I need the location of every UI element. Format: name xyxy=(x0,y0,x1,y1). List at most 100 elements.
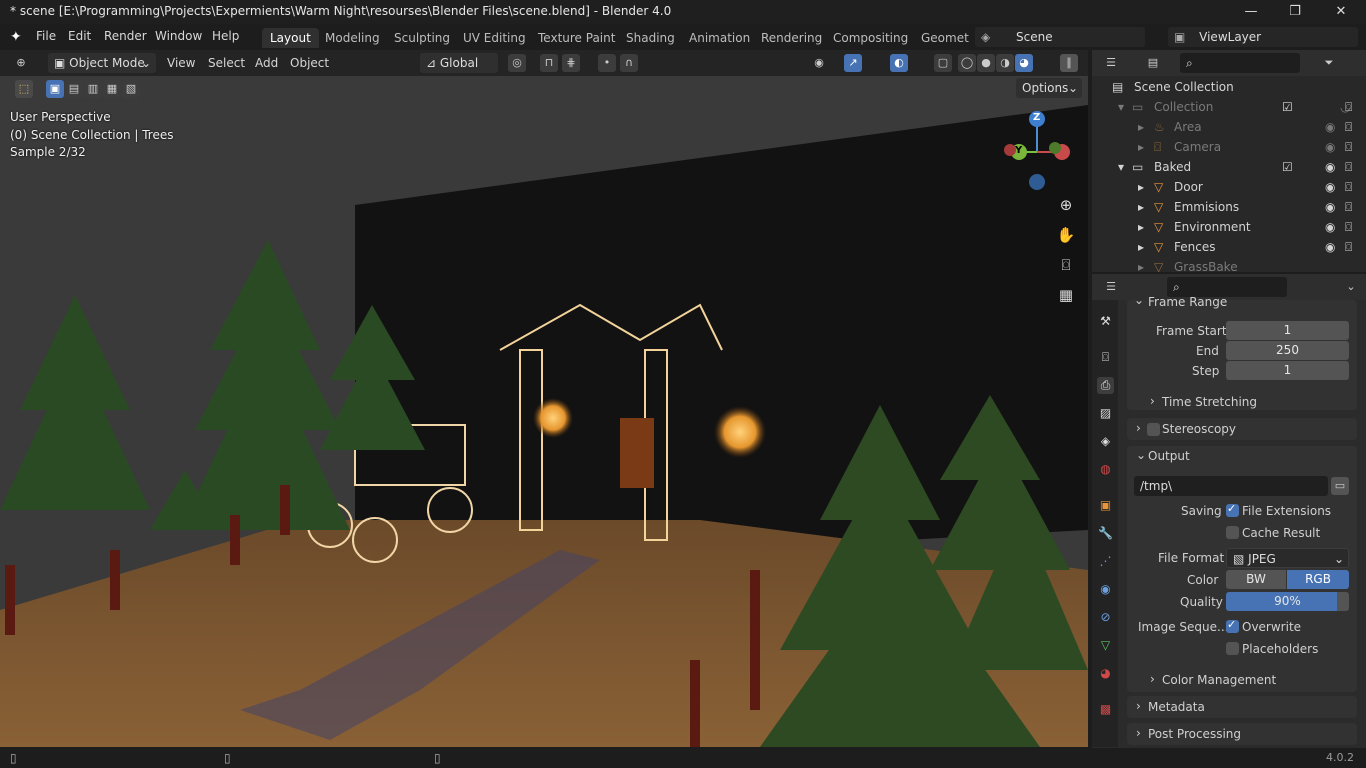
disclosure-down-icon[interactable]: ⌄ xyxy=(1136,448,1146,462)
render-tab-icon[interactable]: ⌼ xyxy=(1097,349,1114,366)
time-stretching-subpanel[interactable]: Time Stretching xyxy=(1162,395,1257,409)
menu-edit[interactable]: Edit xyxy=(68,29,91,43)
output-header[interactable]: Output xyxy=(1148,449,1190,463)
texture-tab-icon[interactable]: ▩ xyxy=(1097,701,1114,718)
output-tab-icon[interactable]: ⎙ xyxy=(1097,377,1114,394)
disclosure-right-icon[interactable]: › xyxy=(1150,394,1155,408)
menu-file[interactable]: File xyxy=(36,29,56,43)
view-layer-tab-icon[interactable]: ▨ xyxy=(1097,405,1114,422)
tab-compositing[interactable]: Compositing xyxy=(825,28,916,48)
wireframe-shading-icon[interactable]: ◯ xyxy=(958,54,976,72)
disclosure-right-icon[interactable]: ▸ xyxy=(1138,220,1144,234)
eye-icon[interactable]: ◉ xyxy=(1325,220,1335,234)
disclosure-right-icon[interactable]: › xyxy=(1136,699,1141,713)
properties-search-input[interactable]: ⌕ xyxy=(1167,277,1287,297)
tab-texture-paint[interactable]: Texture Paint xyxy=(530,28,623,48)
tab-modeling[interactable]: Modeling xyxy=(317,28,388,48)
cache-result-checkbox[interactable] xyxy=(1226,526,1239,539)
frame-range-header[interactable]: Frame Range xyxy=(1148,295,1227,309)
snap-target-icon[interactable]: ⋕ xyxy=(562,54,580,72)
file-format-dropdown[interactable]: ▧ JPEG ⌄ xyxy=(1226,548,1349,568)
disclosure-right-icon[interactable]: ▸ xyxy=(1138,120,1144,134)
scene-selector[interactable]: ◈ Scene xyxy=(975,27,1145,47)
menu-window[interactable]: Window xyxy=(155,29,202,43)
camera-render-icon[interactable]: ⌼ xyxy=(1345,240,1352,255)
outliner-row[interactable]: ▸ ▽ GrassBake xyxy=(1092,257,1366,272)
outliner-search-input[interactable]: ⌕ xyxy=(1180,53,1300,73)
checkbox-icon[interactable]: ☑ xyxy=(1282,160,1293,174)
gizmo-toggle-icon[interactable]: ↗ xyxy=(844,54,862,72)
outliner-root[interactable]: ▤ Scene Collection xyxy=(1092,77,1366,97)
outliner-row[interactable]: ▾ ▭ Collection ☑ ◡ ⌼ xyxy=(1092,97,1366,117)
output-path-input[interactable]: /tmp\ xyxy=(1134,476,1328,496)
disclosure-down-icon[interactable]: ▾ xyxy=(1118,100,1124,114)
camera-view-icon[interactable]: ⌼ xyxy=(1055,254,1077,276)
disclosure-down-icon[interactable]: ▾ xyxy=(1118,160,1124,174)
camera-render-icon[interactable]: ⌼ xyxy=(1345,160,1352,175)
tab-uv-editing[interactable]: UV Editing xyxy=(455,28,534,48)
frame-start-field[interactable]: 1 xyxy=(1226,321,1349,340)
pause-render-icon[interactable]: ∥ xyxy=(1060,54,1078,72)
3d-viewport[interactable] xyxy=(0,50,1088,747)
overwrite-checkbox[interactable] xyxy=(1226,618,1239,633)
properties-editor-icon[interactable]: ☰ xyxy=(1102,278,1120,296)
menu-add[interactable]: Add xyxy=(250,54,283,73)
stereoscopy-checkbox[interactable] xyxy=(1147,423,1160,436)
visibility-icon[interactable]: ◉ xyxy=(810,54,828,72)
disclosure-down-icon[interactable]: ⌄ xyxy=(1134,293,1144,307)
data-tab-icon[interactable]: ▽ xyxy=(1097,637,1114,654)
material-shading-icon[interactable]: ◑ xyxy=(996,54,1014,72)
ortho-grid-icon[interactable]: ▦ xyxy=(1055,284,1077,306)
disclosure-right-icon[interactable]: › xyxy=(1136,726,1141,740)
select-new-icon[interactable]: ▣ xyxy=(46,80,64,98)
display-mode-icon[interactable]: ▤ xyxy=(1144,54,1162,72)
overlay-toggle-icon[interactable]: ◐ xyxy=(890,54,908,72)
pan-hand-icon[interactable]: ✋ xyxy=(1055,224,1077,246)
world-tab-icon[interactable]: ◍ xyxy=(1097,461,1114,478)
select-extend-icon[interactable]: ▤ xyxy=(65,80,83,98)
falloff-icon[interactable]: ∩ xyxy=(620,54,638,72)
filter-icon[interactable]: ⏷ xyxy=(1320,54,1338,72)
tab-layout[interactable]: Layout xyxy=(262,28,319,48)
object-tab-icon[interactable]: ▣ xyxy=(1097,497,1114,514)
outliner-row[interactable]: ▸ ♨ Area ◉ ⌼ xyxy=(1092,117,1366,137)
outliner-row[interactable]: ▸ ▽ Environment ◉ ⌼ xyxy=(1092,217,1366,237)
frame-end-field[interactable]: 250 xyxy=(1226,341,1349,360)
disclosure-right-icon[interactable]: ▸ xyxy=(1138,180,1144,194)
eye-icon[interactable]: ◉ xyxy=(1325,200,1335,214)
close-button[interactable]: ✕ xyxy=(1326,2,1356,22)
menu-help[interactable]: Help xyxy=(212,29,239,43)
color-rgb-button[interactable]: RGB xyxy=(1287,570,1349,589)
transform-orientation[interactable]: ⊿ Global xyxy=(420,53,498,73)
camera-render-icon[interactable]: ⌼ xyxy=(1345,180,1352,195)
disclosure-right-icon[interactable]: › xyxy=(1150,672,1155,686)
rendered-shading-icon[interactable]: ◕ xyxy=(1015,54,1033,72)
snap-icon[interactable]: ⊓ xyxy=(540,54,558,72)
eye-icon[interactable]: ◉ xyxy=(1325,160,1335,174)
color-bw-button[interactable]: BW xyxy=(1226,570,1286,589)
outliner-editor-icon[interactable]: ☰ xyxy=(1102,54,1120,72)
tab-sculpting[interactable]: Sculpting xyxy=(386,28,458,48)
outliner-row[interactable]: ▸ ▽ Fences ◉ ⌼ xyxy=(1092,237,1366,257)
material-tab-icon[interactable]: ◕ xyxy=(1097,665,1114,682)
camera-render-icon[interactable]: ⌼ xyxy=(1345,120,1352,135)
eye-icon[interactable]: ◉ xyxy=(1325,120,1335,134)
select-invert-icon[interactable]: ▦ xyxy=(103,80,121,98)
xray-icon[interactable]: ▢ xyxy=(934,54,952,72)
blender-logo-icon[interactable]: ✦ xyxy=(10,29,22,45)
options-dropdown[interactable]: Options ⌄ xyxy=(1016,78,1082,98)
select-intersect-icon[interactable]: ▧ xyxy=(122,80,140,98)
physics-tab-icon[interactable]: ◉ xyxy=(1097,581,1114,598)
outliner-row[interactable]: ▸ ⌼ Camera ◉ ⌼ xyxy=(1092,137,1366,157)
camera-render-icon[interactable]: ⌼ xyxy=(1345,200,1352,215)
checkbox-icon[interactable]: ☑ xyxy=(1282,100,1293,114)
proportional-edit-icon[interactable]: • xyxy=(598,54,616,72)
outliner-row[interactable]: ▸ ▽ Emmisions ◉ ⌼ xyxy=(1092,197,1366,217)
outliner-row[interactable]: ▸ ▽ Door ◉ ⌼ xyxy=(1092,177,1366,197)
folder-icon[interactable]: ▭ xyxy=(1331,477,1349,495)
pivot-icon[interactable]: ◎ xyxy=(508,54,526,72)
restore-button[interactable]: ❐ xyxy=(1280,2,1310,22)
eye-icon[interactable]: ◉ xyxy=(1325,140,1335,154)
placeholders-checkbox[interactable] xyxy=(1226,642,1239,655)
tab-shading[interactable]: Shading xyxy=(618,28,683,48)
